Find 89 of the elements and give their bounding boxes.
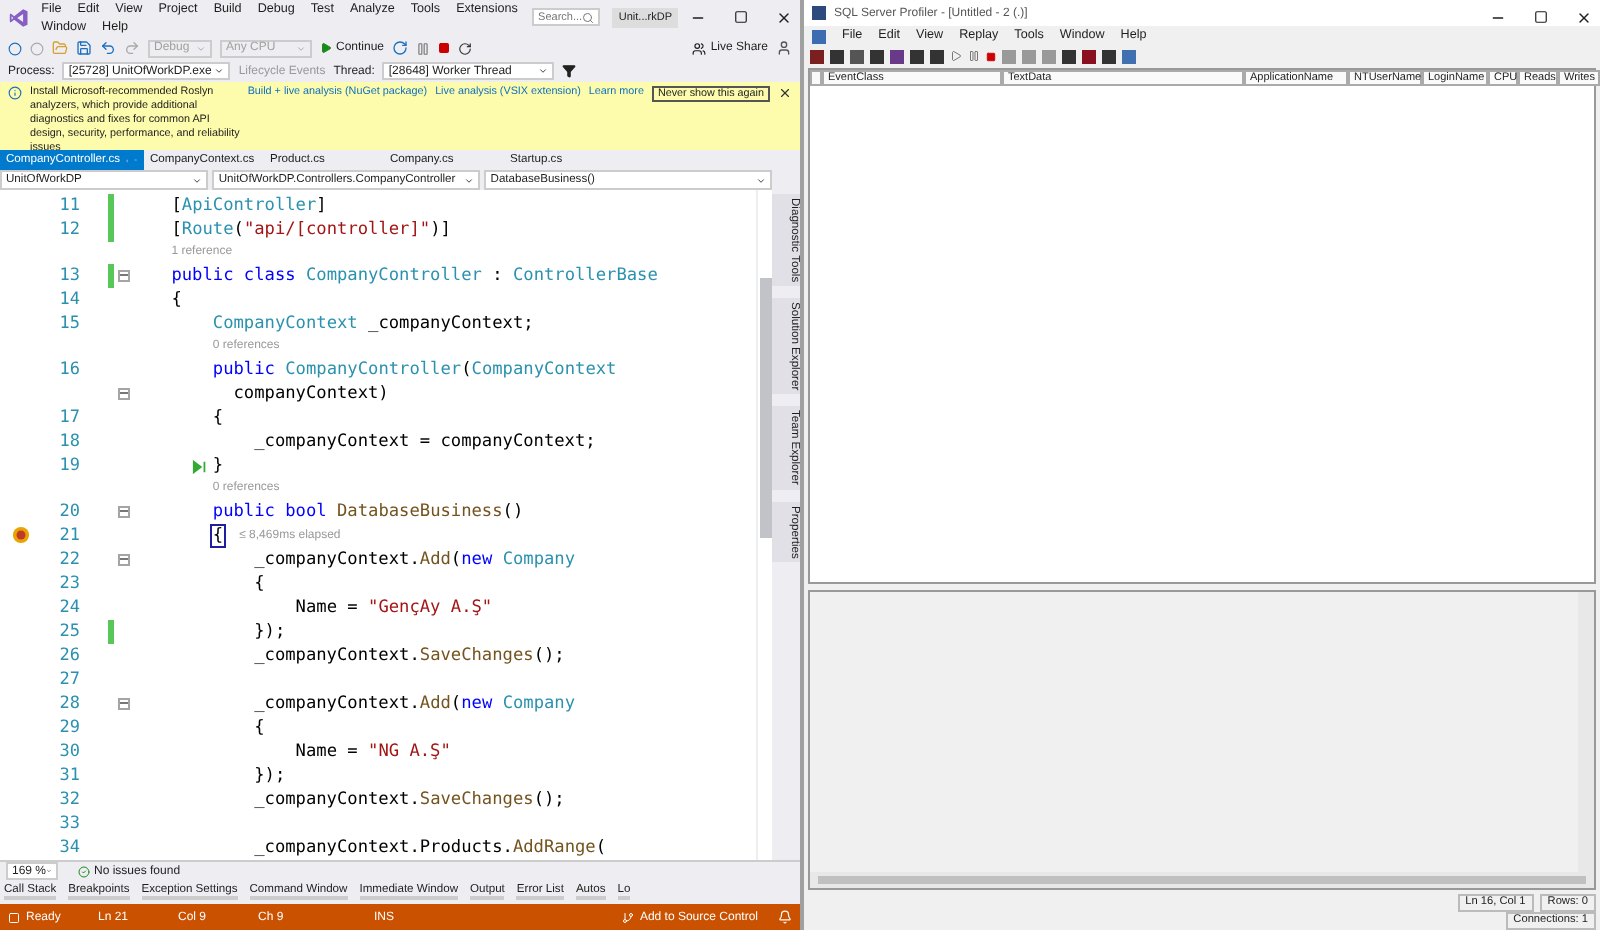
stop-icon[interactable]	[438, 42, 451, 54]
code-line: companyContext)	[233, 383, 389, 404]
line-number: 14	[57, 289, 80, 310]
code-line: {	[171, 289, 182, 310]
line-number: 11	[57, 196, 80, 217]
code-line: _companyContext.Add(new Company	[254, 693, 576, 714]
line-number: 20	[57, 501, 80, 522]
horizontal-scrollbar[interactable]	[810, 872, 1594, 888]
account-icon[interactable]	[776, 40, 792, 56]
code-line: {	[254, 573, 265, 594]
visual-studio-logo	[8, 6, 30, 30]
line-number: 16	[57, 359, 80, 380]
pause-icon[interactable]	[968, 50, 980, 62]
code-line: }	[212, 455, 224, 476]
line-number: 13	[57, 265, 80, 286]
chevron-down-icon	[296, 43, 306, 53]
line-number: 28	[57, 693, 80, 714]
line-number: 34	[57, 838, 80, 859]
code-line: {	[212, 407, 224, 428]
collapse-toggle[interactable]	[118, 697, 130, 710]
code-line: [ApiController]	[171, 196, 327, 217]
stop-icon[interactable]	[986, 51, 996, 61]
play-icon	[320, 42, 332, 54]
code-line: {	[212, 525, 224, 546]
check-icon	[78, 865, 90, 877]
line-number: 31	[57, 765, 80, 786]
line-number: 12	[57, 220, 80, 241]
select-all-cell[interactable]	[810, 70, 822, 86]
code-line: Name = "GençAy A.Ş"	[295, 597, 493, 618]
chevron-down-icon	[756, 175, 766, 185]
code-line: public class CompanyController : ControllerBase	[171, 265, 658, 286]
chevron-down-icon	[192, 175, 203, 185]
code-line: _companyContext = companyContext;	[254, 431, 596, 452]
document-icon	[812, 29, 826, 43]
maximize-icon[interactable]	[734, 10, 748, 24]
filter-icon[interactable]	[562, 64, 577, 78]
chevron-down-icon	[196, 43, 206, 53]
search-icon	[582, 11, 595, 23]
save-icon[interactable]	[76, 40, 92, 56]
run-to-click-icon[interactable]	[192, 459, 208, 474]
chevron-down-icon	[464, 175, 475, 185]
code-line: Name = "NG A.Ş"	[295, 741, 451, 762]
info-icon	[8, 86, 22, 100]
profiler-icon	[812, 6, 826, 20]
line-number: 18	[57, 431, 80, 452]
start-icon[interactable]	[950, 50, 962, 62]
line-number: 22	[57, 549, 80, 570]
code-line: {	[254, 717, 265, 738]
line-number: 32	[57, 790, 80, 810]
collapse-toggle[interactable]	[118, 269, 130, 282]
line-number: 26	[57, 645, 80, 666]
code-line: _companyContext.Products.AddRange(	[254, 838, 607, 859]
code-line: public bool DatabaseBusiness()	[212, 501, 524, 522]
collapse-toggle[interactable]	[118, 387, 130, 400]
notification-icon[interactable]	[778, 910, 792, 924]
line-number: 15	[57, 313, 80, 334]
vertical-scrollbar[interactable]	[1578, 592, 1594, 872]
branch-icon	[621, 911, 634, 923]
line-number: 27	[57, 669, 80, 690]
code-line: });	[254, 765, 286, 786]
line-number: 19	[57, 455, 80, 476]
chevron-down-icon	[538, 66, 549, 76]
maximize-icon[interactable]	[1534, 9, 1548, 23]
line-number: 24	[57, 597, 80, 618]
line-number: 30	[57, 741, 80, 762]
square-icon	[8, 911, 20, 923]
collapse-toggle[interactable]	[118, 553, 130, 566]
undo-icon[interactable]	[100, 40, 116, 56]
line-number: 33	[57, 814, 80, 835]
line-number: 25	[57, 621, 80, 642]
code-line: CompanyContext _companyContext;	[212, 313, 534, 334]
line-number: 29	[57, 717, 80, 738]
code-line: _companyContext.Add(new Company	[254, 549, 576, 570]
back-icon[interactable]	[8, 41, 22, 55]
code-line: });	[254, 621, 286, 642]
line-number: 17	[57, 407, 80, 428]
code-line: _companyContext.SaveChanges();	[254, 645, 565, 666]
line-number: 23	[57, 573, 80, 594]
code-line: [Route("api/[controller]")]	[171, 220, 451, 241]
vertical-scrollbar[interactable]	[756, 190, 772, 860]
people-icon	[692, 41, 707, 55]
pause-icon[interactable]	[416, 41, 431, 55]
collapse-toggle[interactable]	[118, 505, 130, 518]
chevron-down-icon	[214, 66, 225, 76]
refresh-icon[interactable]	[392, 40, 409, 56]
code-line: public CompanyController(CompanyContext	[212, 359, 617, 380]
line-number: 21	[57, 525, 80, 546]
code-line: _companyContext.SaveChanges();	[254, 790, 565, 810]
restart-icon[interactable]	[458, 41, 473, 55]
